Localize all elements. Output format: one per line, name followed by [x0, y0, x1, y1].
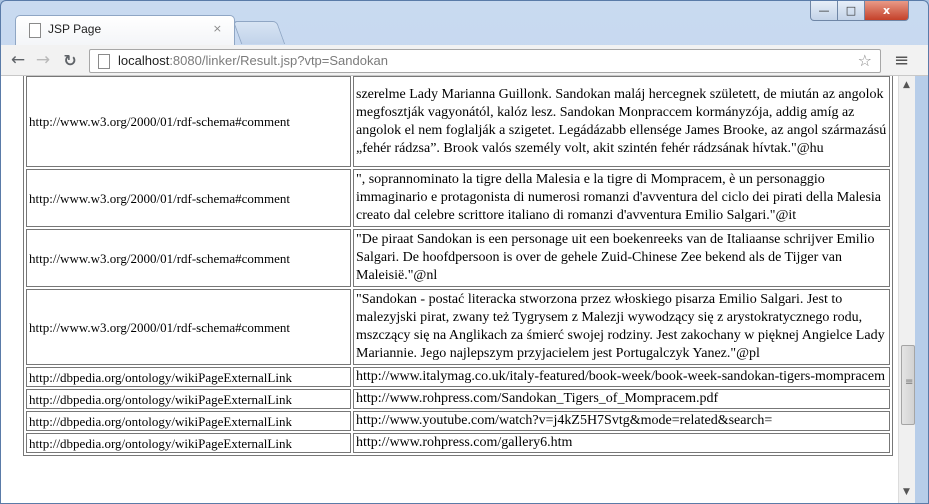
tab-title: JSP Page [48, 22, 102, 36]
new-tab-button[interactable] [232, 21, 286, 44]
menu-icon[interactable]: ≡ [894, 50, 909, 71]
url-text[interactable]: localhost:8080/linker/Result.jsp?vtp=San… [118, 53, 388, 68]
reload-icon[interactable]: ↻ [59, 49, 81, 71]
page-content: http://www.w3.org/2000/01/rdf-schema#com… [1, 76, 928, 503]
page-icon [29, 23, 41, 38]
grip-icon: ≡ [905, 377, 914, 388]
title-bar: JSP Page × — □ x [1, 1, 928, 46]
table-row: http://www.w3.org/2000/01/rdf-schema#com… [26, 289, 890, 365]
table-row: http://www.w3.org/2000/01/rdf-schema#com… [26, 229, 890, 287]
table-row: http://dbpedia.org/ontology/wikiPageExte… [26, 411, 890, 431]
navigation-toolbar: ← → ↻ localhost:8080/linker/Result.jsp?v… [1, 45, 928, 76]
table-row: http://www.w3.org/2000/01/rdf-schema#com… [26, 169, 890, 227]
browser-window: JSP Page × — □ x ← → ↻ localhost:8080/li… [0, 0, 929, 504]
table-row: http://www.w3.org/2000/01/rdf-schema#com… [26, 76, 890, 167]
object-cell: http://www.youtube.com/watch?v=j4kZ5H7Sv… [353, 411, 890, 431]
predicate-cell: http://www.w3.org/2000/01/rdf-schema#com… [26, 169, 351, 227]
url-host: localhost [118, 53, 170, 68]
predicate-cell: http://www.w3.org/2000/01/rdf-schema#com… [26, 229, 351, 287]
forward-arrow-icon[interactable]: → [32, 49, 54, 71]
object-cell: "Sandokan - postać literacka stworzona p… [353, 289, 890, 365]
back-arrow-icon[interactable]: ← [7, 49, 29, 71]
maximize-button[interactable]: □ [837, 1, 865, 21]
minimize-button[interactable]: — [810, 1, 838, 21]
close-button[interactable]: x [864, 1, 909, 21]
object-cell: http://www.italymag.co.uk/italy-featured… [353, 367, 890, 387]
tab-close-icon[interactable]: × [213, 22, 222, 35]
scroll-down-arrow-icon[interactable]: ▼ [903, 487, 910, 497]
results-table: http://www.w3.org/2000/01/rdf-schema#com… [23, 76, 893, 456]
object-cell: http://www.rohpress.com/Sandokan_Tigers_… [353, 389, 890, 409]
table-row: http://dbpedia.org/ontology/wikiPageExte… [26, 433, 890, 453]
object-cell: szerelme Lady Marianna Guillonk. Sandoka… [353, 76, 890, 167]
page-icon [98, 54, 110, 69]
scrollbar-thumb[interactable]: ≡ [901, 345, 915, 425]
object-cell: "De piraat Sandokan is een personage uit… [353, 229, 890, 287]
predicate-cell: http://dbpedia.org/ontology/wikiPageExte… [26, 411, 351, 431]
object-cell: ", soprannominato la tigre della Malesia… [353, 169, 890, 227]
predicate-cell: http://dbpedia.org/ontology/wikiPageExte… [26, 367, 351, 387]
table-row: http://dbpedia.org/ontology/wikiPageExte… [26, 367, 890, 387]
predicate-cell: http://dbpedia.org/ontology/wikiPageExte… [26, 389, 351, 409]
table-row: http://dbpedia.org/ontology/wikiPageExte… [26, 389, 890, 409]
address-bar[interactable]: localhost:8080/linker/Result.jsp?vtp=San… [89, 49, 881, 73]
scroll-up-arrow-icon[interactable]: ▲ [903, 80, 910, 90]
predicate-cell: http://www.w3.org/2000/01/rdf-schema#com… [26, 76, 351, 167]
object-cell: http://www.rohpress.com/gallery6.htm [353, 433, 890, 453]
predicate-cell: http://dbpedia.org/ontology/wikiPageExte… [26, 433, 351, 453]
bookmark-star-icon[interactable]: ☆ [858, 51, 872, 70]
url-path: :8080/linker/Result.jsp?vtp=Sandokan [169, 53, 388, 68]
browser-tab[interactable]: JSP Page × [15, 15, 235, 46]
vertical-scrollbar[interactable]: ▲ ≡ ▼ [898, 76, 916, 503]
predicate-cell: http://www.w3.org/2000/01/rdf-schema#com… [26, 289, 351, 365]
window-frame [915, 76, 928, 503]
